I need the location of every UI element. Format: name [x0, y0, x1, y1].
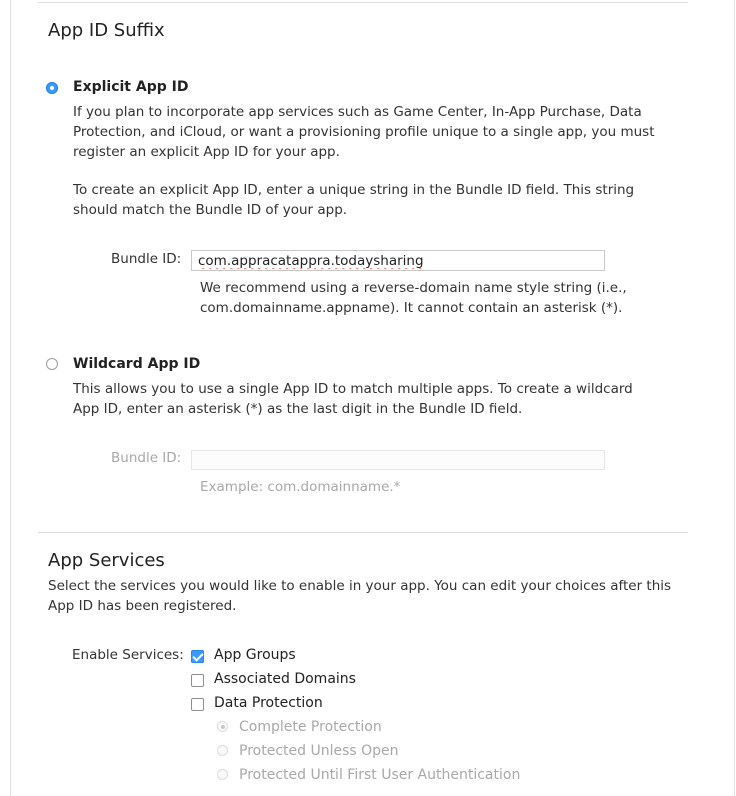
protected-unless-open-radio[interactable]: [217, 745, 228, 756]
app-groups-label[interactable]: App Groups: [214, 647, 296, 663]
explicit-app-id-radio[interactable]: [46, 82, 58, 94]
protected-unless-open-label: Protected Unless Open: [239, 743, 399, 759]
panel-left-border: [10, 0, 11, 796]
app-id-form: App ID Suffix Explicit App ID If you pla…: [0, 0, 736, 796]
wildcard-app-id-description: This allows you to use a single App ID t…: [73, 381, 633, 417]
enable-services-label: Enable Services:: [72, 647, 184, 663]
wildcard-app-id-label[interactable]: Wildcard App ID: [73, 356, 200, 372]
section-title-app-services: App Services: [48, 550, 165, 571]
data-protection-label[interactable]: Data Protection: [214, 695, 323, 711]
protected-until-first-auth-label: Protected Until First User Authenticatio…: [239, 767, 521, 783]
explicit-bundle-id-label: Bundle ID:: [111, 251, 182, 267]
associated-domains-checkbox[interactable]: [191, 674, 204, 687]
panel-right-border: [734, 0, 735, 796]
explicit-bundle-id-input[interactable]: [191, 250, 605, 271]
top-divider: [38, 2, 688, 3]
wildcard-app-id-radio[interactable]: [46, 358, 58, 370]
section-title-app-id-suffix: App ID Suffix: [48, 20, 165, 41]
wildcard-bundle-id-input[interactable]: [191, 450, 605, 470]
wildcard-bundle-id-example: Example: com.domainname.*: [200, 479, 401, 495]
explicit-app-id-description: If you plan to incorporate app services …: [73, 104, 655, 160]
complete-protection-radio[interactable]: [217, 721, 228, 732]
explicit-bundle-id-hint: We recommend using a reverse-domain name…: [200, 280, 627, 316]
protected-until-first-auth-radio[interactable]: [217, 769, 228, 780]
app-services-description: Select the services you would like to en…: [48, 578, 672, 614]
wildcard-bundle-id-label: Bundle ID:: [111, 450, 182, 466]
explicit-app-id-label[interactable]: Explicit App ID: [73, 79, 188, 95]
associated-domains-label[interactable]: Associated Domains: [214, 671, 356, 687]
data-protection-checkbox[interactable]: [191, 698, 204, 711]
explicit-app-id-instructions: To create an explicit App ID, enter a un…: [73, 182, 635, 218]
app-groups-checkbox[interactable]: [191, 650, 204, 663]
section-divider: [38, 532, 688, 533]
complete-protection-label: Complete Protection: [239, 719, 382, 735]
